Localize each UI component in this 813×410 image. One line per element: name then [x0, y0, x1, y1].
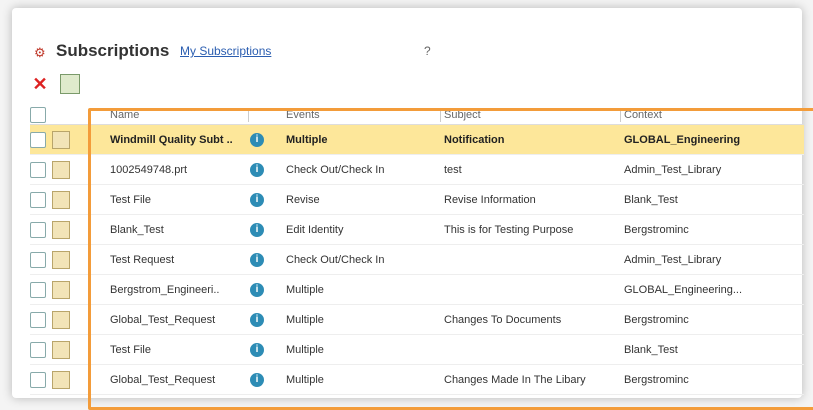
row-checkbox[interactable]	[30, 215, 48, 244]
row-events: Multiple	[286, 133, 328, 146]
document-icon	[52, 365, 76, 394]
row-name[interactable]: Test Request	[110, 245, 250, 274]
document-icon	[52, 155, 76, 184]
row-name[interactable]: Test File	[110, 185, 250, 214]
row-checkbox[interactable]	[30, 335, 48, 364]
subscriptions-panel: ⚙ Subscriptions My Subscriptions ? ✕ Nam…	[12, 8, 813, 410]
info-icon[interactable]: i	[250, 245, 280, 274]
row-checkbox[interactable]	[30, 155, 48, 184]
row-name[interactable]: 1002549748.prt	[110, 155, 250, 184]
row-context: Admin_Test_Library	[624, 253, 722, 266]
row-events: Multiple	[286, 283, 324, 296]
table-row[interactable]: Blank_Test i Edit Identity This is for Test…	[30, 215, 804, 245]
info-icon[interactable]: i	[250, 215, 280, 244]
document-icon	[52, 185, 76, 214]
document-icon	[52, 335, 76, 364]
row-name[interactable]: Global_Test_Request	[110, 305, 250, 334]
row-events: Edit Identity	[286, 223, 344, 236]
info-icon[interactable]: i	[250, 185, 280, 214]
table-row[interactable]: Global_Test_Request i Multiple Changes To D…	[30, 305, 804, 335]
row-context: GLOBAL_Engineering...	[624, 283, 743, 296]
row-subject: Notification	[444, 133, 505, 146]
row-checkbox[interactable]	[30, 365, 48, 394]
row-checkbox[interactable]	[30, 125, 48, 154]
row-checkbox[interactable]	[30, 245, 48, 274]
row-subject: This is for Testing Purpose	[444, 223, 574, 236]
row-events: Multiple	[286, 313, 324, 326]
row-events: Check Out/Check In	[286, 163, 385, 176]
row-context: GLOBAL_Engineering	[624, 133, 741, 146]
info-icon[interactable]: i	[250, 335, 280, 364]
help-icon[interactable]: ?	[424, 44, 431, 58]
my-subscriptions-link[interactable]: My Subscriptions	[180, 44, 271, 58]
row-context: Bergstrominc	[624, 373, 689, 386]
row-name[interactable]: Global_Test_Request	[110, 365, 250, 394]
row-name[interactable]: Blank_Test	[110, 215, 250, 244]
info-icon[interactable]: i	[250, 305, 280, 334]
info-icon[interactable]: i	[250, 275, 280, 304]
table-row[interactable]: Test Request i Check Out/Check In Admin_Tes…	[30, 245, 804, 275]
document-icon	[52, 125, 76, 154]
document-icon	[52, 305, 76, 334]
row-subject: Changes Made In The Libary	[444, 373, 586, 386]
info-icon[interactable]: i	[250, 155, 280, 184]
select-all-checkbox[interactable]	[30, 106, 48, 124]
row-checkbox[interactable]	[30, 185, 48, 214]
page-title: Subscriptions	[56, 41, 170, 60]
subscription-icon: ⚙	[34, 45, 46, 60]
table-row[interactable]: 1002549748.prt i Check Out/Check In test Adm…	[30, 155, 804, 185]
row-checkbox[interactable]	[30, 305, 48, 334]
row-events: Check Out/Check In	[286, 253, 385, 266]
row-name[interactable]: Windmill Quality Subt ..	[110, 125, 250, 154]
row-name[interactable]: Bergstrom_Engineeri..	[110, 275, 250, 304]
column-header-name[interactable]: Name	[110, 106, 250, 124]
panel-header: ⚙ Subscriptions My Subscriptions ?	[12, 8, 802, 68]
table-row[interactable]: Windmill Quality Subt .. i Multiple Notific…	[30, 125, 804, 155]
row-context: Blank_Test	[624, 193, 678, 206]
column-header-context[interactable]: Context	[624, 106, 804, 124]
table-row[interactable]: Test File i Multiple Blank_Test	[30, 335, 804, 365]
subscriptions-table: Name Events Subject Context Windmill Qua…	[30, 106, 804, 395]
row-context: Admin_Test_Library	[624, 163, 722, 176]
table-row[interactable]: Global_Test_Request i Multiple Changes Made…	[30, 365, 804, 395]
row-events: Multiple	[286, 373, 324, 386]
row-checkbox[interactable]	[30, 275, 48, 304]
row-subject: Changes To Documents	[444, 313, 562, 326]
row-subject	[444, 245, 624, 274]
row-subject: Revise Information	[444, 193, 536, 206]
row-subject: test	[444, 163, 462, 176]
row-name[interactable]: Test File	[110, 335, 250, 364]
row-subject	[444, 275, 624, 304]
table-row[interactable]: Bergstrom_Engineeri.. i Multiple GLOBAL_Eng…	[30, 275, 804, 305]
document-icon	[52, 275, 76, 304]
column-header-events[interactable]: Events	[286, 106, 446, 124]
info-icon[interactable]: i	[250, 365, 280, 394]
table-header-row: Name Events Subject Context	[30, 106, 804, 125]
document-icon	[52, 215, 76, 244]
row-context: Bergstrominc	[624, 313, 689, 326]
document-icon	[52, 245, 76, 274]
row-events: Revise	[286, 193, 320, 206]
delete-icon[interactable]: ✕	[30, 74, 50, 94]
row-subject	[444, 335, 624, 364]
row-context: Bergstrominc	[624, 223, 689, 236]
column-header-subject[interactable]: Subject	[444, 106, 624, 124]
row-events: Multiple	[286, 343, 324, 356]
row-context: Blank_Test	[624, 343, 678, 356]
add-subscription-icon[interactable]	[60, 74, 80, 94]
info-icon[interactable]: i	[250, 125, 280, 154]
table-row[interactable]: Test File i Revise Revise Information Blank_…	[30, 185, 804, 215]
